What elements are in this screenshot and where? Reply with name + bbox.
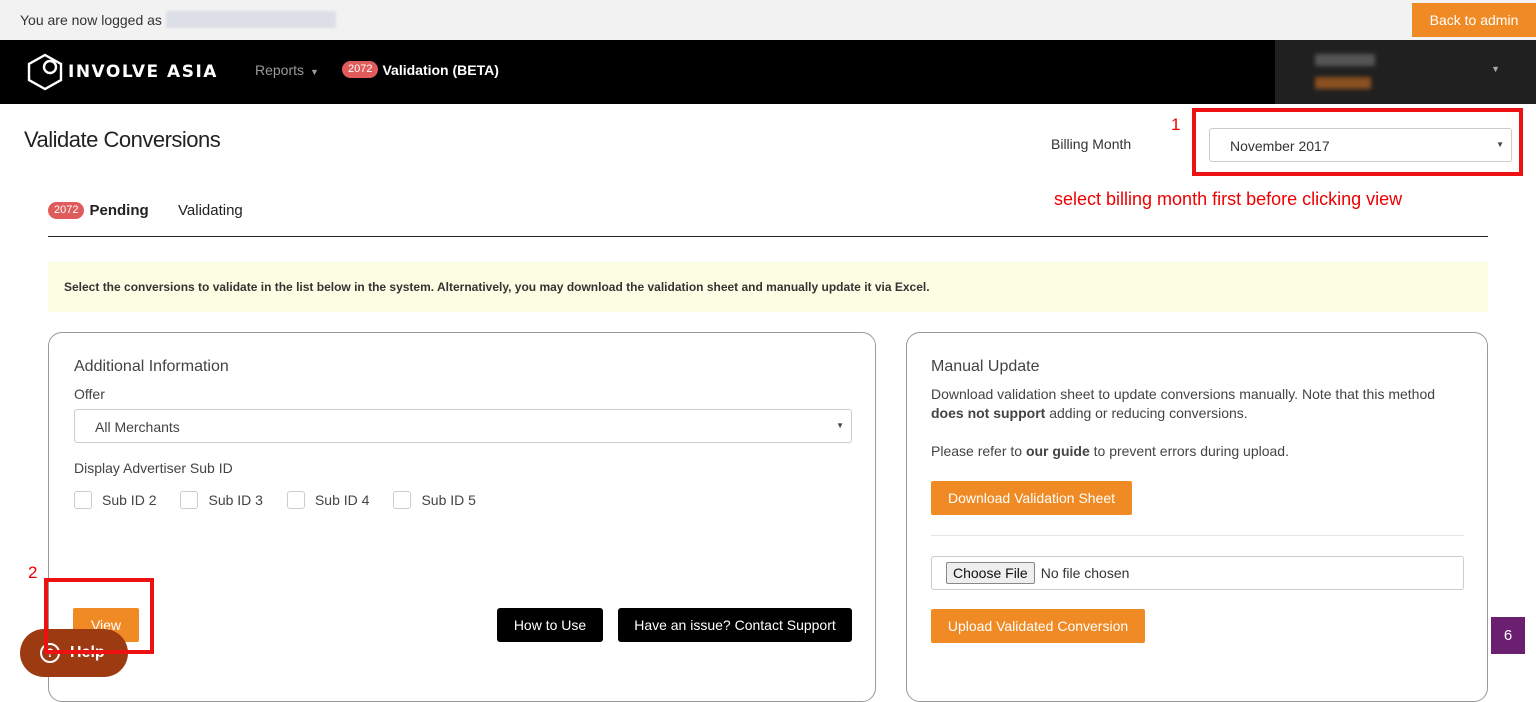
subid-2-checkbox[interactable]: Sub ID 2 xyxy=(74,491,156,509)
tab-validating[interactable]: Validating xyxy=(178,202,243,219)
desc-text-bold: does not support xyxy=(931,405,1046,421)
back-to-admin-button[interactable]: Back to admin xyxy=(1412,3,1536,37)
offer-select[interactable]: All Merchants ▼ xyxy=(74,409,852,443)
caret-down-icon: ▼ xyxy=(1496,140,1504,149)
annotation-highlight-box xyxy=(44,578,154,654)
checkbox-box[interactable] xyxy=(180,491,199,509)
logged-as-text: You are now logged as xyxy=(20,12,162,28)
chat-count-badge[interactable]: 6 xyxy=(1491,617,1525,654)
desc-text-2: adding or reducing conversions. xyxy=(1049,405,1248,421)
how-to-use-button[interactable]: How to Use xyxy=(497,608,603,642)
annotation-note: select billing month first before clicki… xyxy=(1054,189,1403,209)
caret-down-icon: ▼ xyxy=(836,421,844,430)
contact-support-button[interactable]: Have an issue? Contact Support xyxy=(618,608,852,642)
brand-logo[interactable]: INVOLVE ASIA xyxy=(24,49,218,95)
caret-down-icon: ▼ xyxy=(310,67,319,77)
subid-2-label: Sub ID 2 xyxy=(102,492,157,508)
divider xyxy=(931,535,1464,536)
nav-validation[interactable]: 2072 Validation (BETA) xyxy=(342,61,499,78)
billing-month-select[interactable]: November 2017 ▼ xyxy=(1209,128,1512,162)
upload-validated-conversion-button[interactable]: Upload Validated Conversion xyxy=(931,609,1145,643)
guide-link[interactable]: our guide xyxy=(1026,443,1090,459)
no-file-text: No file chosen xyxy=(1040,565,1130,581)
tab-pending-label: Pending xyxy=(89,202,149,219)
main-navbar: INVOLVE ASIA Reports ▼ 2072 Validation (B… xyxy=(0,40,1536,104)
user-role-redacted xyxy=(1315,77,1371,89)
offer-label: Offer xyxy=(74,386,105,402)
subid-4-checkbox[interactable]: Sub ID 4 xyxy=(286,491,370,509)
user-name-redacted xyxy=(1315,54,1375,66)
caret-down-icon: ▼ xyxy=(1491,64,1500,74)
billing-month-value: November 2017 xyxy=(1230,138,1330,154)
tab-pending[interactable]: 2072 Pending xyxy=(48,202,149,219)
additional-info-title: Additional Information xyxy=(74,358,229,375)
subid-checkbox-group: Sub ID 2 Sub ID 3 Sub ID 4 Sub ID 5 xyxy=(74,491,500,509)
checkbox-box[interactable] xyxy=(286,491,305,509)
info-notice: Select the conversions to validate in th… xyxy=(48,262,1488,312)
manual-update-title: Manual Update xyxy=(931,358,1040,375)
subid-5-label: Sub ID 5 xyxy=(421,492,476,508)
checkbox-box[interactable] xyxy=(74,491,92,509)
guide-text-2: to prevent errors during upload. xyxy=(1093,443,1289,459)
brand-name: INVOLVE ASIA xyxy=(68,62,218,82)
additional-info-panel: Additional Information Offer All Merchan… xyxy=(48,332,876,702)
subid-label: Display Advertiser Sub ID xyxy=(74,460,233,476)
desc-text-1: Download validation sheet to update conv… xyxy=(931,386,1436,402)
nav-validation-label: Validation (BETA) xyxy=(382,61,499,78)
nav-reports-dropdown[interactable]: Reports ▼ xyxy=(255,62,319,78)
download-validation-sheet-button[interactable]: Download Validation Sheet xyxy=(931,481,1132,515)
subid-4-label: Sub ID 4 xyxy=(314,492,370,508)
offer-value: All Merchants xyxy=(95,419,180,435)
validation-count-badge: 2072 xyxy=(342,61,379,78)
guide-text: Please refer to our guide to prevent err… xyxy=(931,443,1289,459)
pending-count-badge: 2072 xyxy=(48,202,85,219)
tabs-divider xyxy=(48,236,1488,237)
manual-update-description: Download validation sheet to update conv… xyxy=(931,385,1461,423)
cube-logo-icon xyxy=(27,53,63,91)
choose-file-button[interactable]: Choose File xyxy=(946,562,1035,584)
page-title: Validate Conversions xyxy=(24,127,221,152)
annotation-number-2: 2 xyxy=(28,563,38,582)
user-menu[interactable]: ▼ xyxy=(1275,40,1536,104)
billing-month-label: Billing Month xyxy=(1051,136,1132,152)
checkbox-box[interactable] xyxy=(393,491,412,509)
manual-update-panel: Manual Update Download validation sheet … xyxy=(906,332,1488,702)
guide-text-1: Please refer to xyxy=(931,443,1023,459)
file-input[interactable]: Choose File No file chosen xyxy=(931,556,1464,590)
nav-reports-label: Reports xyxy=(255,62,305,78)
subid-3-checkbox[interactable]: Sub ID 3 xyxy=(180,491,263,509)
annotation-number-1: 1 xyxy=(1171,115,1181,134)
user-name-redacted xyxy=(166,11,336,28)
subid-3-label: Sub ID 3 xyxy=(208,492,263,508)
subid-5-checkbox[interactable]: Sub ID 5 xyxy=(393,491,476,509)
admin-bar: You are now logged as Back to admin xyxy=(0,0,1536,40)
